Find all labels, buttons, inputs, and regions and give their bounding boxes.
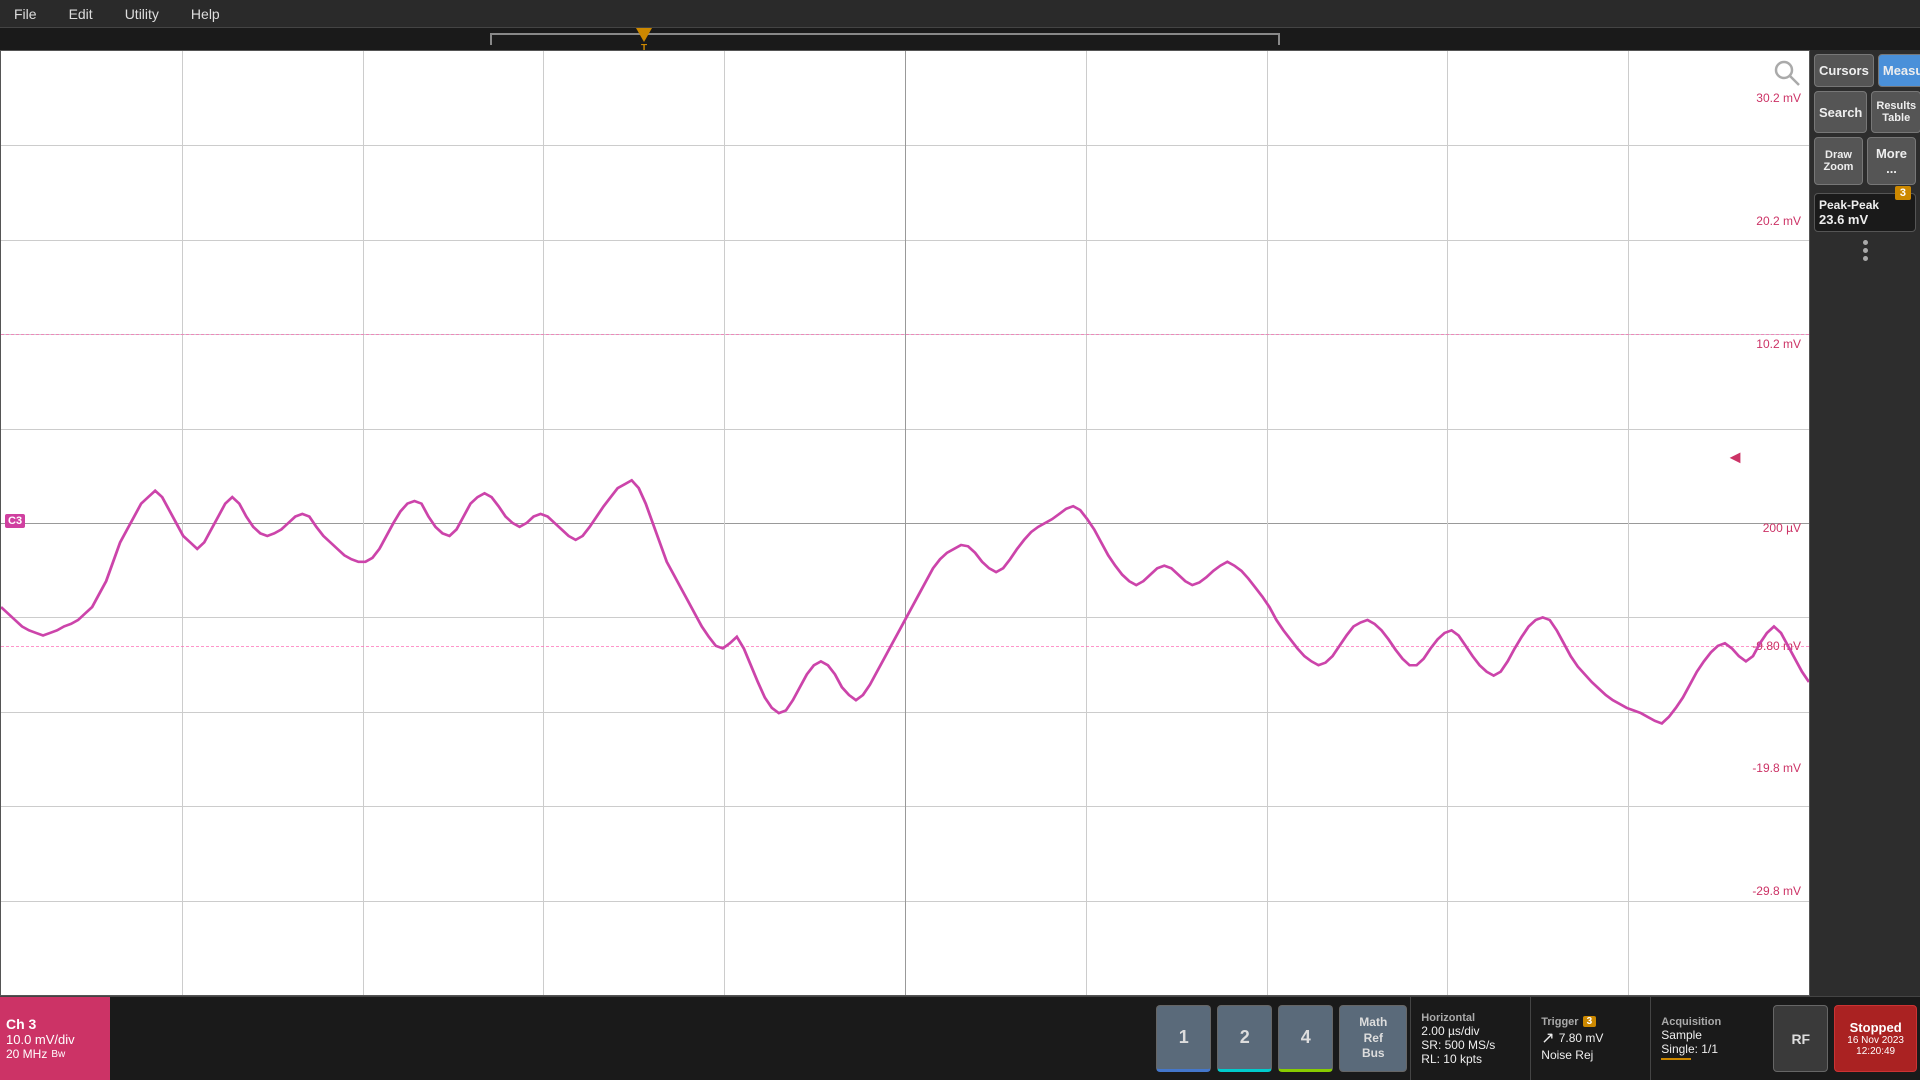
trigger-slope-row: ↗ 7.80 mV: [1541, 1028, 1640, 1048]
measurement-display: 3 Peak-Peak 23.6 mV: [1814, 193, 1916, 232]
acq-line: [1661, 1058, 1691, 1060]
trigger-slope-val: 7.80 mV: [1559, 1031, 1604, 1045]
math-ref-bus-ref: Ref: [1364, 1031, 1383, 1047]
horizontal-title: Horizontal: [1421, 1012, 1520, 1024]
panel-row-2: Search ResultsTable: [1814, 91, 1916, 133]
draw-zoom-button[interactable]: DrawZoom: [1814, 137, 1863, 185]
ch3-bw: Bw: [51, 1049, 65, 1060]
trigger-title: Trigger: [1541, 1016, 1578, 1028]
ch1-button[interactable]: 1: [1156, 1005, 1211, 1072]
stopped-time: 12:20:49: [1856, 1046, 1895, 1057]
stopped-button[interactable]: Stopped 16 Nov 2023 12:20:49: [1834, 1005, 1917, 1072]
results-table-button[interactable]: ResultsTable: [1871, 91, 1920, 133]
menu-bar: File Edit Utility Help: [0, 0, 1920, 28]
acquisition-section[interactable]: Acquisition Sample Single: 1/1: [1650, 997, 1770, 1080]
ch3-status[interactable]: Ch 3 10.0 mV/div 20 MHz Bw: [0, 997, 110, 1080]
horizontal-sr: SR: 500 MS/s: [1421, 1038, 1520, 1052]
trigger-noise-rej: Noise Rej: [1541, 1048, 1640, 1062]
dot-2: [1863, 248, 1868, 253]
menu-file[interactable]: File: [8, 4, 43, 24]
stopped-label: Stopped: [1850, 1020, 1902, 1035]
math-ref-bus-bus: Bus: [1362, 1046, 1385, 1062]
ch2-button[interactable]: 2: [1217, 1005, 1272, 1072]
waveform-svg: [1, 51, 1809, 995]
search-button[interactable]: Search: [1814, 91, 1867, 133]
menu-edit[interactable]: Edit: [63, 4, 99, 24]
ch3-freq: 20 MHz Bw: [6, 1047, 104, 1061]
more-button[interactable]: More ...: [1867, 137, 1916, 185]
time-ruler: T: [0, 28, 1920, 50]
ch3-title: Ch 3: [6, 1016, 104, 1032]
acquisition-single: Single: 1/1: [1661, 1042, 1760, 1056]
trigger-title-row: Trigger 3: [1541, 1016, 1640, 1028]
rf-button[interactable]: RF: [1773, 1005, 1828, 1072]
trigger-section[interactable]: Trigger 3 ↗ 7.80 mV Noise Rej: [1530, 997, 1650, 1080]
status-bar: Ch 3 10.0 mV/div 20 MHz Bw 1 2 4 Math Re…: [0, 996, 1920, 1080]
panel-row-1: Cursors Measure: [1814, 54, 1916, 87]
main-content: 30.2 mV 20.2 mV 10.2 mV 200 µV -9.80 mV …: [0, 50, 1920, 996]
trigger-badge: 3: [1583, 1016, 1597, 1027]
ch4-button[interactable]: 4: [1278, 1005, 1333, 1072]
menu-help[interactable]: Help: [185, 4, 226, 24]
trigger-triangle-icon: [636, 28, 652, 42]
dots-menu[interactable]: [1814, 236, 1916, 265]
stopped-date: 16 Nov 2023: [1847, 1035, 1904, 1046]
meas-value: 23.6 mV: [1819, 212, 1911, 227]
status-spacer: [110, 997, 1153, 1080]
horizontal-section[interactable]: Horizontal 2.00 µs/div SR: 500 MS/s RL: …: [1410, 997, 1530, 1080]
acquisition-title: Acquisition: [1661, 1016, 1760, 1028]
panel-row-3: DrawZoom More ...: [1814, 137, 1916, 185]
measure-button[interactable]: Measure: [1878, 54, 1920, 87]
menu-utility[interactable]: Utility: [119, 4, 165, 24]
horizontal-rl: RL: 10 kpts: [1421, 1052, 1520, 1066]
time-bracket: [490, 33, 1280, 45]
meas-badge: 3: [1895, 186, 1911, 200]
dot-1: [1863, 240, 1868, 245]
math-ref-bus-button[interactable]: Math Ref Bus: [1339, 1005, 1407, 1072]
cursors-button[interactable]: Cursors: [1814, 54, 1874, 87]
acquisition-mode: Sample: [1661, 1028, 1760, 1042]
math-ref-bus-label: Math: [1359, 1015, 1387, 1031]
scope-display[interactable]: 30.2 mV 20.2 mV 10.2 mV 200 µV -9.80 mV …: [0, 50, 1810, 996]
horizontal-time-div: 2.00 µs/div: [1421, 1024, 1520, 1038]
ch3-vdiv: 10.0 mV/div: [6, 1032, 104, 1047]
dot-3: [1863, 256, 1868, 261]
meas-title: Peak-Peak: [1819, 198, 1911, 212]
trigger-slope-icon: ↗: [1541, 1028, 1554, 1048]
right-panel: Cursors Measure Search ResultsTable Draw…: [1810, 50, 1920, 996]
